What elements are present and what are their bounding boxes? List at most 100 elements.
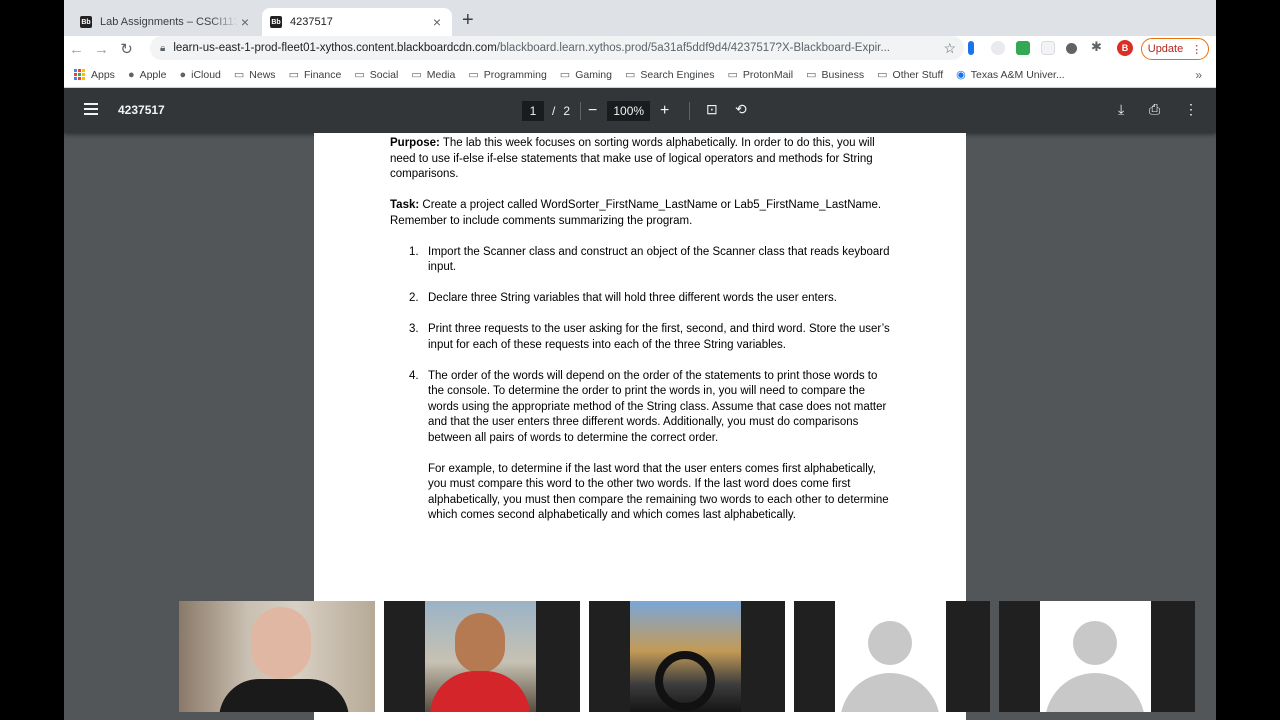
bookmark-texas-am[interactable]: ◉ Texas A&M Univer...	[956, 68, 1065, 82]
apps-grid-icon	[74, 69, 85, 80]
participant-video-1[interactable]	[179, 601, 375, 712]
close-tab-icon[interactable]: ×	[238, 14, 252, 30]
zoom-level-input[interactable]: 100%	[607, 101, 651, 121]
list-number: 3.	[409, 323, 419, 335]
list-text: The order of the words will depend on th…	[428, 369, 887, 444]
download-icon[interactable]: ⤓	[1118, 101, 1124, 118]
menu-icon[interactable]	[84, 103, 98, 115]
apple-icon: ●	[179, 68, 187, 81]
purpose-text: The lab this week focuses on sorting wor…	[390, 137, 875, 180]
list-number: 1.	[409, 245, 419, 258]
folder-icon: ▭	[877, 69, 888, 81]
tab-pdf-document[interactable]: Bb 4237517 ×	[262, 8, 452, 36]
bookmark-label: Apple	[139, 68, 167, 81]
extension-bar-icon[interactable]	[968, 41, 974, 55]
more-options-icon[interactable]: ⋮	[1184, 101, 1198, 118]
bookmark-label: Search Engines	[640, 68, 715, 81]
bookmark-search-engines[interactable]: ▭ Search Engines	[625, 68, 715, 82]
page-number-input[interactable]: 1	[522, 101, 544, 121]
person-face-icon	[455, 613, 505, 673]
address-bar[interactable]: 🔒︎ learn-us-east-1-prod-fleet01-xythos.c…	[150, 36, 964, 60]
print-icon[interactable]: ⎙	[1149, 101, 1160, 118]
page-total: 2	[563, 104, 571, 118]
folder-icon: ▭	[411, 69, 422, 81]
list-item: 1. Import the Scanner class and construct…	[390, 245, 892, 276]
folder-icon: ▭	[233, 69, 245, 81]
bookmark-label: Social	[369, 68, 399, 81]
bookmark-label: Business	[821, 68, 865, 81]
participant-video-3[interactable]	[589, 601, 785, 712]
more-bookmarks-icon[interactable]: »	[1195, 68, 1202, 82]
bookmark-apple[interactable]: ● Apple	[128, 69, 167, 81]
bookmark-news[interactable]: ▭ News	[233, 68, 276, 82]
bookmark-label: Gaming	[575, 68, 612, 81]
rotate-icon[interactable]: ⟲	[735, 101, 747, 118]
tab-title: 4237517	[290, 16, 333, 28]
bookmarks-bar: Apps ● Apple ● iCloud ▭ News ▭ Finance ▭ Soci…	[64, 62, 1216, 88]
browser-window: Bb Lab Assignments – CSCI1136_6 × Bb 423…	[64, 0, 1216, 720]
folder-icon: ▭	[806, 69, 817, 81]
bookmark-other-stuff[interactable]: ▭ Other Stuff	[877, 68, 944, 82]
bookmark-label: Media	[426, 68, 456, 81]
new-tab-icon[interactable]: +	[462, 10, 474, 30]
lock-icon: 🔒︎	[160, 42, 166, 54]
bookmark-social[interactable]: ▭ Social	[354, 68, 399, 82]
bookmark-programming[interactable]: ▭ Programming	[468, 68, 547, 82]
bookmark-media[interactable]: ▭ Media	[411, 68, 456, 82]
extension-brackets-icon[interactable]	[1016, 41, 1030, 55]
bookmark-label: News	[249, 68, 276, 81]
zoom-out-icon[interactable]: −	[588, 102, 597, 120]
bookmark-icloud[interactable]: ● iCloud	[179, 69, 220, 81]
extension-circle-icon[interactable]	[1066, 43, 1077, 54]
list-number: 2.	[409, 292, 419, 304]
page-separator: /	[552, 104, 556, 118]
bookmark-apps[interactable]: Apps	[74, 69, 115, 81]
extension-blank-icon[interactable]	[1041, 41, 1055, 55]
bookmark-label: Other Stuff	[892, 68, 944, 81]
bookmark-label: iCloud	[191, 68, 221, 81]
bookmark-finance[interactable]: ▭ Finance	[289, 68, 342, 82]
bookmark-label: Programming	[483, 68, 547, 81]
participant-video-4[interactable]	[794, 601, 990, 712]
list-text: Declare three String variables that will…	[428, 292, 837, 304]
purpose-paragraph: Purpose: The lab this week focuses on so…	[390, 136, 892, 183]
purpose-label: Purpose:	[390, 137, 440, 149]
bookmark-gaming[interactable]: ▭ Gaming	[559, 68, 612, 82]
list-text: Import the Scanner class and construct a…	[428, 245, 890, 274]
bookmark-protonmail[interactable]: ▭ ProtonMail	[727, 68, 794, 82]
steering-wheel-icon	[655, 651, 715, 711]
default-avatar-icon	[1073, 621, 1117, 665]
blackboard-favicon-icon: Bb	[80, 16, 92, 28]
person-face-icon	[251, 607, 311, 679]
bookmark-label: ProtonMail	[742, 68, 794, 81]
example-text: For example, to determine if the last wo…	[428, 462, 889, 522]
back-icon[interactable]: ←	[64, 41, 89, 58]
profile-avatar[interactable]: B	[1117, 40, 1133, 56]
extension-globe-icon[interactable]	[991, 41, 1005, 55]
zoom-in-icon[interactable]: +	[660, 102, 669, 120]
update-button[interactable]: Update ⋮	[1141, 38, 1209, 60]
participant-video-5[interactable]	[999, 601, 1195, 712]
tab-strip: Bb Lab Assignments – CSCI1136_6 × Bb 423…	[64, 0, 1216, 36]
document-body: Purpose: The lab this week focuses on so…	[390, 136, 892, 539]
folder-icon: ▭	[468, 69, 479, 81]
tab-lab-assignments[interactable]: Bb Lab Assignments – CSCI1136_6 ×	[72, 8, 260, 36]
close-tab-icon[interactable]: ×	[430, 14, 444, 30]
blackboard-favicon-icon: Bb	[270, 16, 282, 28]
reload-icon[interactable]: ↻	[114, 40, 139, 58]
divider	[580, 102, 582, 120]
pdf-toolbar: 4237517 1 / 2 − 100% + ⊡ ⟲ ⤓ ⎙ ⋮	[64, 88, 1216, 133]
task-paragraph: Task: Create a project called WordSorter…	[390, 198, 892, 229]
list-text: Print three requests to the user asking …	[428, 323, 890, 351]
extensions-puzzle-icon[interactable]: ✱	[1091, 39, 1105, 54]
bookmark-star-icon[interactable]: ☆	[943, 40, 956, 57]
folder-icon: ▭	[559, 69, 571, 81]
participant-video-2[interactable]	[384, 601, 580, 712]
bookmark-business[interactable]: ▭ Business	[806, 68, 865, 82]
instruction-list: 1. Import the Scanner class and construct…	[390, 245, 892, 524]
forward-icon[interactable]: →	[89, 41, 114, 58]
folder-icon: ▭	[727, 69, 738, 81]
globe-icon: ◉	[956, 69, 966, 81]
fit-to-page-icon[interactable]: ⊡	[706, 101, 718, 118]
list-item: 3. Print three requests to the user askin…	[390, 322, 892, 353]
